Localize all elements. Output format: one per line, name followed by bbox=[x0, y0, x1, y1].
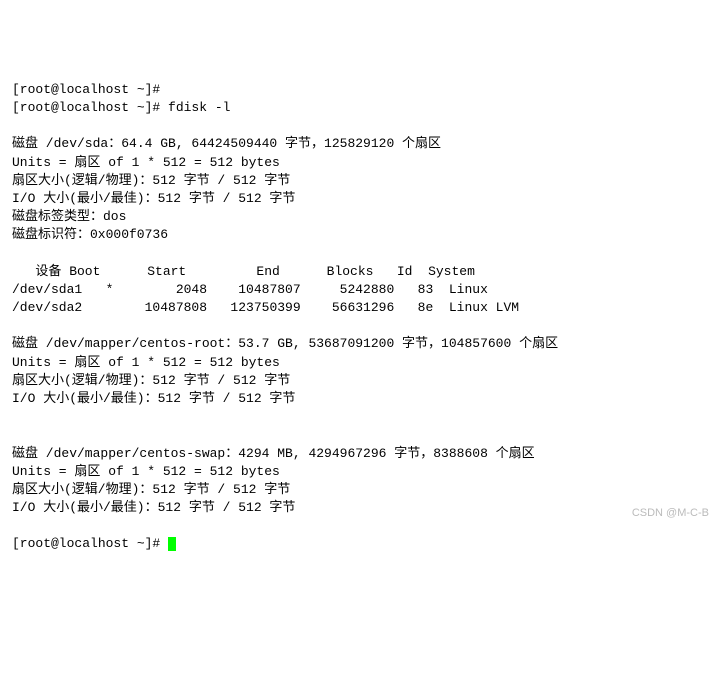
disk-info-line: Units = 扇区 of 1 * 512 = 512 bytes bbox=[12, 464, 280, 479]
partition-table-row: /dev/sda1 * 2048 10487807 5242880 83 Lin… bbox=[12, 282, 488, 297]
disk-info-line: 磁盘标识符：0x000f0736 bbox=[12, 227, 168, 242]
disk-info-line: 扇区大小(逻辑/物理)：512 字节 / 512 字节 bbox=[12, 482, 290, 497]
partition-table-header: 设备 Boot Start End Blocks Id System bbox=[12, 264, 475, 279]
terminal-output: [root@localhost ~]# [root@localhost ~]# … bbox=[12, 81, 705, 554]
prompt-line: [root@localhost ~]# bbox=[12, 82, 168, 97]
prompt-command: [root@localhost ~]# fdisk -l bbox=[12, 100, 230, 115]
disk-info-line: I/O 大小(最小/最佳)：512 字节 / 512 字节 bbox=[12, 391, 295, 406]
disk-info-line: I/O 大小(最小/最佳)：512 字节 / 512 字节 bbox=[12, 500, 295, 515]
disk-info-line: Units = 扇区 of 1 * 512 = 512 bytes bbox=[12, 355, 280, 370]
disk-info-line: 扇区大小(逻辑/物理)：512 字节 / 512 字节 bbox=[12, 373, 290, 388]
disk-info-line: 磁盘 /dev/mapper/centos-swap：4294 MB, 4294… bbox=[12, 446, 535, 461]
disk-info-line: 磁盘标签类型：dos bbox=[12, 209, 126, 224]
prompt-line[interactable]: [root@localhost ~]# bbox=[12, 536, 168, 551]
disk-info-line: I/O 大小(最小/最佳)：512 字节 / 512 字节 bbox=[12, 191, 295, 206]
disk-info-line: 磁盘 /dev/sda：64.4 GB, 64424509440 字节，1258… bbox=[12, 136, 441, 151]
disk-info-line: Units = 扇区 of 1 * 512 = 512 bytes bbox=[12, 155, 280, 170]
cursor-icon bbox=[168, 537, 176, 551]
disk-info-line: 扇区大小(逻辑/物理)：512 字节 / 512 字节 bbox=[12, 173, 290, 188]
watermark-text: CSDN @M-C-B bbox=[632, 506, 709, 521]
partition-table-row: /dev/sda2 10487808 123750399 56631296 8e… bbox=[12, 300, 519, 315]
disk-info-line: 磁盘 /dev/mapper/centos-root：53.7 GB, 5368… bbox=[12, 336, 558, 351]
